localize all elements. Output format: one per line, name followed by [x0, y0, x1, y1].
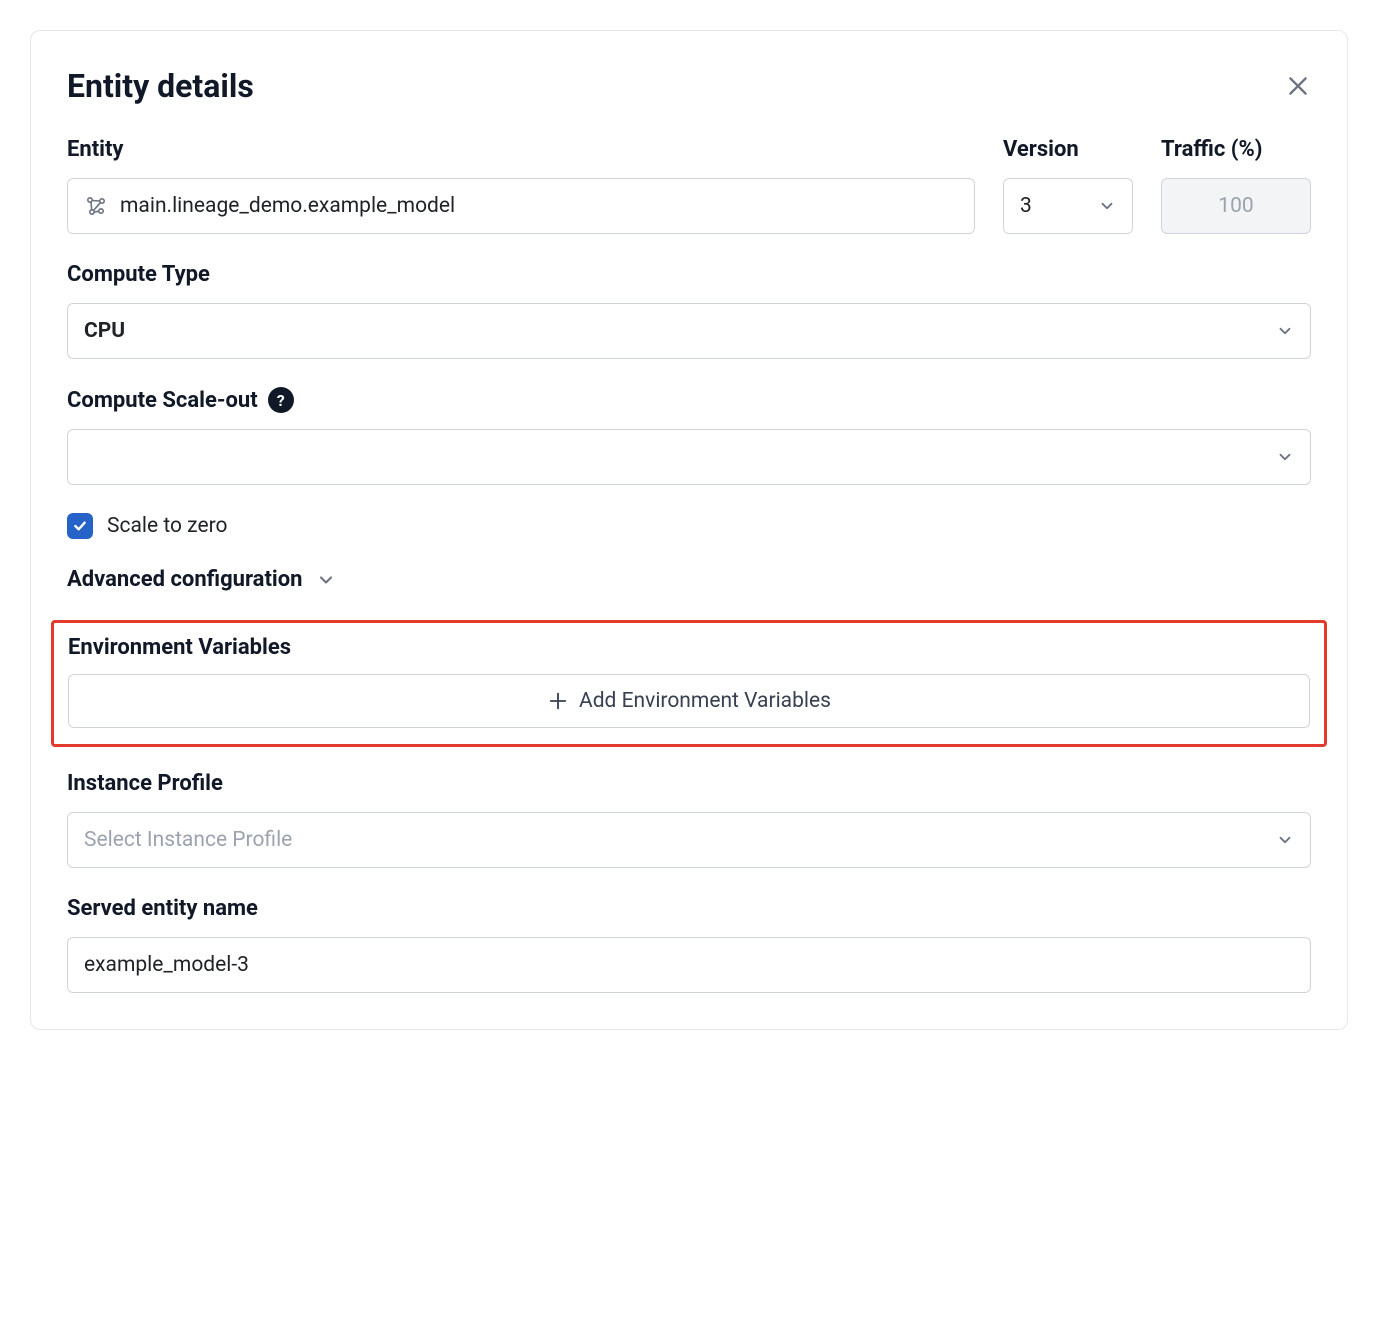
top-row: Entity main.lineage_demo.example_model V… [67, 137, 1311, 234]
served-entity-name-section: Served entity name example_model-3 [67, 896, 1311, 993]
version-select[interactable]: 3 [1003, 178, 1133, 234]
compute-scaleout-section: Compute Scale-out ? [67, 387, 1311, 485]
version-column: Version 3 [1003, 137, 1133, 234]
entity-label: Entity [67, 137, 975, 162]
traffic-column: Traffic (%) 100 [1161, 137, 1311, 234]
entity-details-panel: Entity details Entity main.lineage_demo.… [30, 30, 1348, 1030]
scale-to-zero-label: Scale to zero [107, 514, 227, 538]
compute-type-section: Compute Type CPU [67, 262, 1311, 359]
instance-profile-label: Instance Profile [67, 771, 1311, 796]
scale-to-zero-row: Scale to zero [67, 513, 1311, 539]
advanced-label: Advanced configuration [67, 567, 302, 592]
compute-type-label: Compute Type [67, 262, 1311, 287]
plus-icon [547, 690, 569, 712]
version-label: Version [1003, 137, 1133, 162]
chevron-down-icon [316, 570, 336, 590]
compute-scaleout-label: Compute Scale-out ? [67, 387, 1311, 413]
entity-column: Entity main.lineage_demo.example_model [67, 137, 975, 234]
chevron-down-icon [1098, 197, 1116, 215]
scale-to-zero-checkbox[interactable] [67, 513, 93, 539]
model-graph-icon [84, 194, 108, 218]
traffic-input: 100 [1161, 178, 1311, 234]
served-entity-name-label: Served entity name [67, 896, 1311, 921]
help-icon[interactable]: ? [268, 387, 294, 413]
env-vars-label: Environment Variables [68, 635, 1310, 660]
close-icon [1285, 73, 1311, 99]
instance-profile-section: Instance Profile Select Instance Profile [67, 771, 1311, 868]
compute-type-value: CPU [84, 319, 125, 343]
traffic-value: 100 [1218, 194, 1253, 218]
compute-scaleout-select[interactable] [67, 429, 1311, 485]
chevron-down-icon [1276, 831, 1294, 849]
entity-select[interactable]: main.lineage_demo.example_model [67, 178, 975, 234]
entity-value: main.lineage_demo.example_model [120, 194, 455, 218]
advanced-configuration-toggle[interactable]: Advanced configuration [67, 567, 1311, 592]
add-env-vars-button[interactable]: Add Environment Variables [68, 674, 1310, 728]
served-entity-name-value: example_model-3 [84, 953, 249, 977]
instance-profile-placeholder: Select Instance Profile [84, 828, 292, 852]
chevron-down-icon [1276, 322, 1294, 340]
served-entity-name-input[interactable]: example_model-3 [67, 937, 1311, 993]
compute-type-select[interactable]: CPU [67, 303, 1311, 359]
panel-header: Entity details [67, 67, 1311, 105]
env-vars-highlight: Environment Variables Add Environment Va… [51, 620, 1327, 747]
traffic-label: Traffic (%) [1161, 137, 1311, 162]
add-env-vars-label: Add Environment Variables [579, 689, 831, 713]
close-button[interactable] [1285, 73, 1311, 99]
chevron-down-icon [1276, 448, 1294, 466]
instance-profile-select[interactable]: Select Instance Profile [67, 812, 1311, 868]
check-icon [72, 518, 88, 534]
version-value: 3 [1020, 194, 1032, 218]
panel-title: Entity details [67, 67, 254, 105]
